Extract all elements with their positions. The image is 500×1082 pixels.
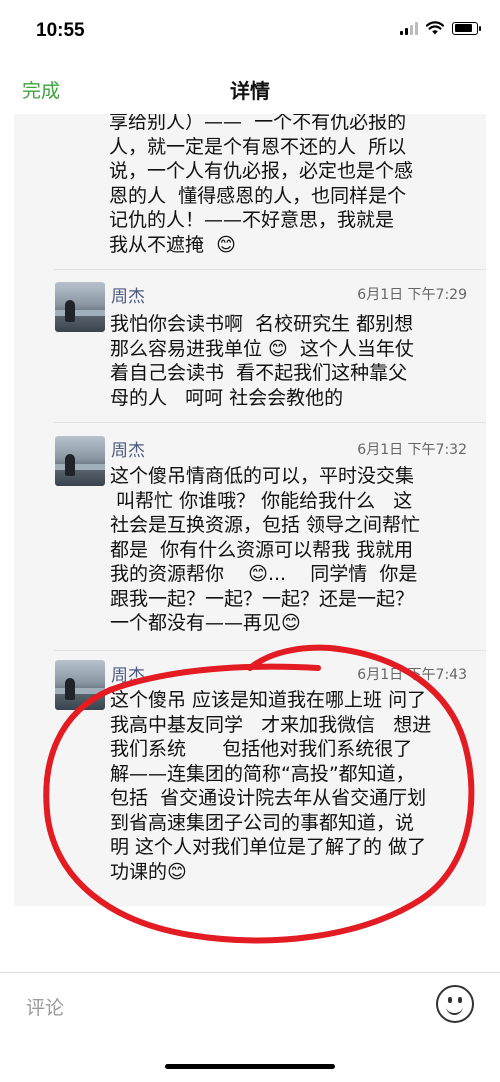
- comment-text: 这个傻吊情商低的可以，平时没交集 叫帮忙 你谁哦？ 你能给我什么 这 社会是互换…: [110, 465, 421, 634]
- comment-text: 这个傻吊 应该是知道我在哪上班 问了 我高中基友同学 才来加我微信 想进 我们系…: [110, 689, 432, 883]
- divider: [54, 650, 486, 651]
- cellular-signal-icon: [400, 21, 418, 35]
- wifi-icon: [426, 21, 444, 35]
- status-time: 10:55: [36, 20, 85, 41]
- system-icons: [400, 21, 481, 35]
- comment-input[interactable]: [8, 980, 426, 1036]
- home-indicator[interactable]: [165, 1064, 335, 1069]
- comment-item[interactable]: 周杰 6月1日 下午7:43 这个傻吊 应该是知道我在哪上班 问了 我高中基友同…: [14, 650, 486, 906]
- avatar[interactable]: [55, 436, 105, 486]
- comment-item[interactable]: 周杰 6月1日 下午7:29 我怕你会读书啊 名校研究生 都别想 那么容易进我单…: [14, 269, 486, 421]
- comment-list[interactable]: 享给别人）—— 一个不有仇必报的 人，就一定是个有恩不还的人 所以 说，一个人有…: [14, 114, 486, 906]
- commenter-name[interactable]: 周杰: [111, 282, 145, 307]
- status-bar: 10:55: [0, 0, 500, 62]
- page-title: 详情: [230, 79, 270, 103]
- comment-time: 6月1日 下午7:32: [357, 442, 467, 458]
- emoji-icon[interactable]: [436, 985, 474, 1023]
- nav-bar: 完成 详情: [0, 62, 500, 114]
- divider: [54, 422, 486, 423]
- commenter-name[interactable]: 周杰: [111, 436, 145, 461]
- comment-time: 6月1日 下午7:29: [357, 287, 467, 303]
- divider: [54, 269, 486, 270]
- avatar[interactable]: [55, 660, 105, 710]
- comment-item[interactable]: 周杰 6月1日 下午7:32 这个傻吊情商低的可以，平时没交集 叫帮忙 你谁哦？…: [14, 422, 486, 650]
- comment-time: 6月1日 下午7:43: [357, 667, 467, 683]
- partial-comment-text: 享给别人）—— 一个不有仇必报的 人，就一定是个有恩不还的人 所以 说，一个人有…: [109, 114, 414, 256]
- avatar[interactable]: [55, 282, 105, 332]
- comment-text: 我怕你会读书啊 名校研究生 都别想 那么容易进我单位 😊 这个人当年仗 着自己会…: [110, 313, 414, 409]
- battery-icon: [452, 21, 481, 35]
- commenter-name[interactable]: 周杰: [111, 661, 145, 686]
- comment-bar: [0, 972, 500, 1082]
